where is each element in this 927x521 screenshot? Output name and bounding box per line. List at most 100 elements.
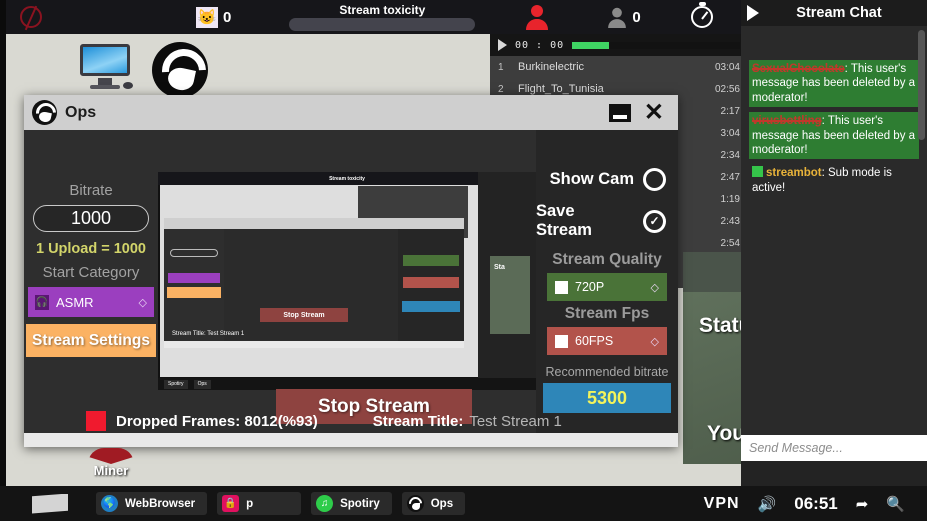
monitor-icon[interactable] xyxy=(76,42,134,90)
no-symbol-icon xyxy=(20,6,42,28)
window-controls: ✕ xyxy=(608,100,670,124)
chat-input-placeholder: Send Message... xyxy=(749,441,843,455)
stream-preview: Stream toxicity Sta Stop Stream Stream T… xyxy=(158,172,536,390)
list-item: streambot: Sub mode is active! xyxy=(749,164,919,197)
song-duration: 2:54 xyxy=(720,237,740,249)
ops-window-titlebar[interactable]: Ops ✕ xyxy=(24,95,678,130)
dropped-frames-label: Dropped Frames: 8012(%93) xyxy=(116,412,318,430)
stream-quality-select[interactable]: 720P ◇ xyxy=(547,273,667,301)
music-player-controls: 00 : 00 xyxy=(490,34,748,56)
start-category-select[interactable]: 🎧 ASMR ◇ xyxy=(28,287,154,317)
chat-message-input[interactable]: Send Message... xyxy=(741,435,927,461)
chat-username[interactable]: virusbottling xyxy=(752,115,822,127)
preview-ops-window: Stop Stream Stream Title: Test Stream 1 xyxy=(164,218,464,348)
globe-icon: 🌎 xyxy=(101,495,118,512)
ops-footer: Dropped Frames: 8012(%93) Stream Title: … xyxy=(24,411,678,431)
ops-logo-icon xyxy=(406,495,424,512)
song-duration: 2:43 xyxy=(720,215,740,227)
list-item[interactable]: 1 Burkinelectric 03:04 xyxy=(490,56,748,78)
preview-stop-button: Stop Stream xyxy=(260,308,348,322)
logout-icon[interactable]: ➦ xyxy=(856,495,869,513)
screen-root: 😺 0 Stream toxicity 0 00 : 00 1 Burkinel… xyxy=(0,0,927,521)
song-duration: 2:17 xyxy=(720,105,740,117)
preview-mini-render: Stream toxicity Sta Stop Stream Stream T… xyxy=(158,172,536,390)
ops-left-panel: Bitrate 1000 1 Upload = 1000 Start Categ… xyxy=(24,130,158,447)
viewer-counter: 0 xyxy=(607,7,641,28)
status-card-footer: You xyxy=(707,422,746,445)
save-stream-toggle[interactable]: ✓ xyxy=(643,209,666,233)
dropped-frames-indicator xyxy=(86,411,106,431)
chat-username[interactable]: streambot xyxy=(766,167,822,179)
ops-window: Ops ✕ Bitrate 1000 1 Upload = 1000 Start… xyxy=(24,95,678,447)
stream-toxicity-meter: Stream toxicity xyxy=(289,3,476,31)
ops-right-panel: Show Cam Save Stream ✓ Stream Quality 72… xyxy=(536,130,678,447)
list-item: virusbottling: This user's message has b… xyxy=(749,112,919,160)
taskbar-tray: VPN 🔊 06:51 ➦ 🔍 xyxy=(704,494,917,514)
stream-title-label: Stream Title: xyxy=(372,412,464,430)
viewer-count: 0 xyxy=(632,8,641,26)
taskbar-item-spotiry[interactable]: ♫ Spotiry xyxy=(311,492,392,515)
ops-bottom-strip xyxy=(24,433,678,447)
stream-fps-label: Stream Fps xyxy=(564,305,650,322)
cat-face-icon: 😺 xyxy=(196,6,218,28)
taskbar-item-label: p xyxy=(246,497,254,510)
close-icon[interactable]: ✕ xyxy=(644,100,664,124)
vpn-indicator[interactable]: VPN xyxy=(704,495,740,513)
ops-window-body: Bitrate 1000 1 Upload = 1000 Start Categ… xyxy=(24,130,678,447)
stream-fps-value: 60FPS xyxy=(575,334,614,348)
song-index: 2 xyxy=(498,83,504,95)
show-cam-toggle[interactable] xyxy=(643,168,666,191)
song-title: Flight_To_Tunisia xyxy=(518,83,604,95)
preview-status-card: Sta xyxy=(490,256,530,334)
minimize-icon[interactable] xyxy=(608,103,631,122)
mod-badge-icon xyxy=(752,166,763,178)
taskbar: 🌎 WebBrowser 🔒 p ♫ Spotiry Ops VPN 🔊 06:… xyxy=(0,486,927,521)
start-category-value: ASMR xyxy=(56,294,94,310)
category-counter: 😺 0 xyxy=(196,6,232,28)
song-duration: 3:04 xyxy=(720,127,740,139)
song-duration: 02:56 xyxy=(714,83,740,95)
show-cam-row[interactable]: Show Cam xyxy=(536,168,678,191)
stream-chat-title: Stream Chat xyxy=(796,5,882,21)
music-elapsed-time: 00 : 00 xyxy=(515,39,565,51)
miner-hat-icon xyxy=(88,448,134,464)
speaker-icon[interactable]: 🔊 xyxy=(758,495,777,513)
play-icon[interactable] xyxy=(498,39,507,51)
list-item: SexualChocolate: This user's message has… xyxy=(749,60,919,108)
chat-scrollbar[interactable] xyxy=(918,30,925,140)
chat-username[interactable]: SexualChocolate xyxy=(752,63,845,75)
ops-logo-icon[interactable] xyxy=(152,42,208,98)
stopwatch-icon xyxy=(690,2,713,28)
preview-titlebar xyxy=(164,218,464,229)
taskbar-clock: 06:51 xyxy=(794,493,838,513)
fps-icon xyxy=(555,334,568,348)
stream-quality-label: Stream Quality xyxy=(552,251,662,268)
bitrate-input[interactable]: 1000 xyxy=(33,205,149,232)
password-lock-icon: 🔒 xyxy=(222,495,240,512)
start-flag-icon[interactable] xyxy=(32,493,68,514)
asmr-icon: 🎧 xyxy=(35,294,49,310)
music-progress-track[interactable] xyxy=(572,41,740,49)
category-count: 0 xyxy=(223,8,232,26)
stream-settings-button[interactable]: Stream Settings xyxy=(26,324,156,357)
taskbar-item-webbrowser[interactable]: 🌎 WebBrowser xyxy=(96,492,208,515)
stream-chat-panel: Stream Chat SexualChocolate: This user's… xyxy=(741,0,927,487)
miner-shortcut[interactable]: Miner xyxy=(84,448,138,478)
recommended-bitrate-label: Recommended bitrate xyxy=(545,365,669,379)
miner-label: Miner xyxy=(93,463,129,478)
taskbar-item-ops[interactable]: Ops xyxy=(401,492,466,515)
search-icon[interactable]: 🔍 xyxy=(886,495,905,513)
song-index: 1 xyxy=(498,61,504,73)
ops-logo-icon xyxy=(32,100,57,125)
taskbar-item-password[interactable]: 🔒 p xyxy=(217,492,302,515)
save-stream-row[interactable]: Save Stream ✓ xyxy=(536,202,678,240)
stream-toxicity-label: Stream toxicity xyxy=(339,3,426,17)
expand-arrow-icon[interactable] xyxy=(747,5,759,21)
chevron-down-icon: ◇ xyxy=(138,296,147,309)
song-duration: 1:19 xyxy=(720,193,740,205)
stream-title-value: Test Stream 1 xyxy=(469,412,562,430)
stream-fps-select[interactable]: 60FPS ◇ xyxy=(547,327,667,355)
recommended-bitrate-value: 5300 xyxy=(543,383,671,413)
stream-chat-messages: SexualChocolate: This user's message has… xyxy=(741,26,927,461)
song-duration: 2:47 xyxy=(720,171,740,183)
